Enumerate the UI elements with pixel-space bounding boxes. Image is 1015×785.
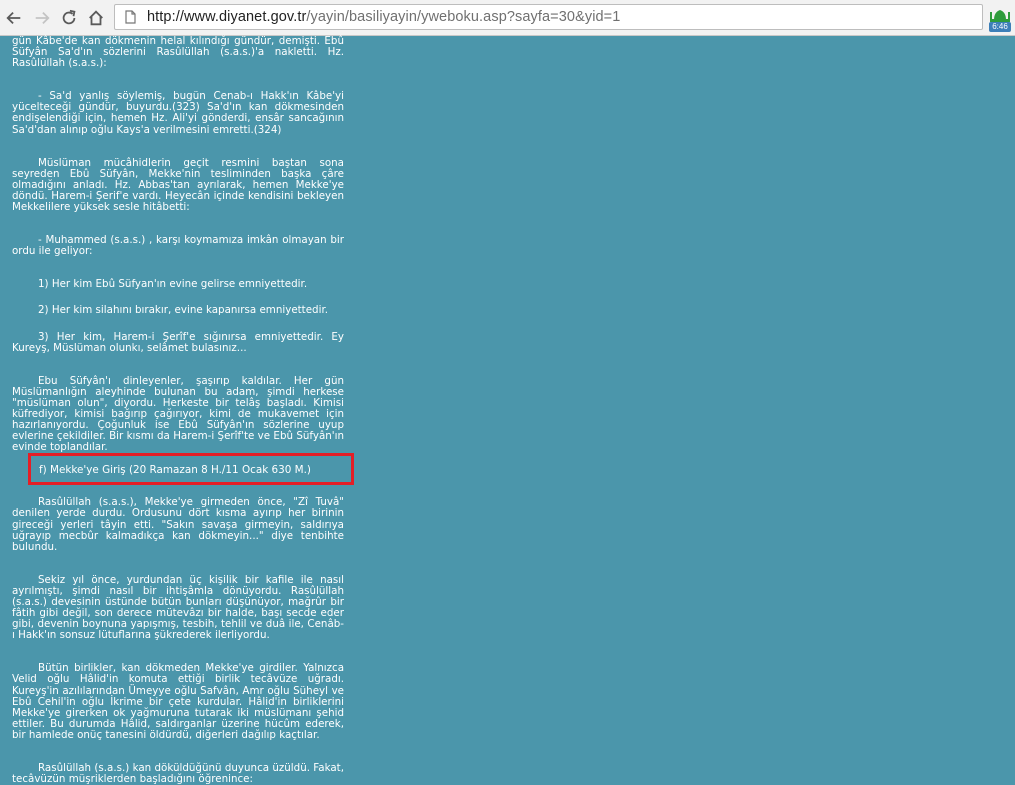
section-heading: f) Mekke'ye Giriş (20 Ramazan 8 H./11 Oc… [39, 464, 311, 476]
paragraph: gün Kâbe'de kan dökmenin helal kılındığı… [12, 35, 344, 70]
paragraph: Ebu Süfyân'ı dinleyenler, şaşırıp kaldıl… [12, 374, 344, 454]
paragraph: - Muhammed (s.a.s.) , karşı koymamıza im… [12, 234, 344, 258]
highlighted-section-heading: f) Mekke'ye Giriş (20 Ramazan 8 H./11 Oc… [28, 453, 354, 485]
url-host: http://www.diyanet.gov.tr [147, 9, 307, 25]
reload-icon [62, 9, 76, 25]
url-text: http://www.diyanet.gov.tr/yayin/basiliya… [147, 9, 620, 25]
back-arrow-icon [6, 11, 21, 25]
paragraph: Sekiz yıl önce, yurdundan üç kişilik bir… [12, 573, 344, 642]
paragraph: Rasûlüllah (s.a.s.), Mekke'ye girmeden ö… [12, 496, 344, 553]
paragraph: 3) Her kim, Harem-i Şerîf'e sığınırsa em… [12, 330, 344, 354]
page-icon [123, 10, 137, 24]
home-button[interactable] [84, 6, 108, 30]
address-bar[interactable]: http://www.diyanet.gov.tr/yayin/basiliya… [114, 4, 983, 30]
browser-toolbar: http://www.diyanet.gov.tr/yayin/basiliya… [0, 0, 1015, 36]
forward-button[interactable] [30, 6, 54, 30]
reload-button[interactable] [57, 6, 81, 30]
url-path: /yayin/basiliyayin/yweboku.asp?sayfa=30&… [306, 9, 621, 25]
paragraph: Rasûlüllah (s.a.s.) kan döküldüğünü duyu… [12, 762, 344, 785]
paragraph: Bütün birlikler, kan dökmeden Mekke'ye g… [12, 662, 344, 741]
home-icon [89, 10, 103, 26]
extension-badge: 6:46 [989, 22, 1011, 32]
back-button[interactable] [2, 6, 26, 30]
paragraph: 2) Her kim silahını bırakır, evine kapan… [38, 304, 329, 317]
forward-arrow-icon [35, 11, 50, 25]
paragraph: - Sa'd yanlış söylemiş, bugün Cenab-ı Ha… [12, 90, 344, 136]
article-body: gün Kâbe'de kan dökmenin helal kılındığı… [12, 35, 344, 785]
extension-button[interactable]: 6:46 [988, 6, 1012, 32]
paragraph: 1) Her kim Ebû Süfyan'ın evine gelirse e… [38, 278, 308, 291]
paragraph: Müslüman mücâhidlerin geçit resmini başt… [12, 156, 344, 214]
